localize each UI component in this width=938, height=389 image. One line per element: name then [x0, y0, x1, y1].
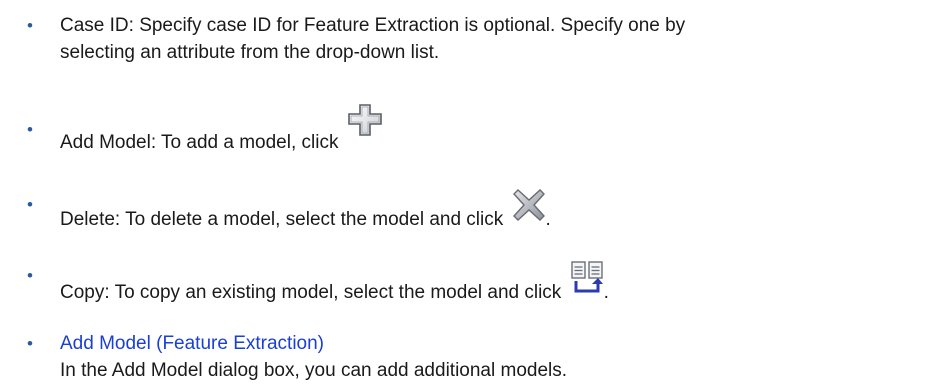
list-item-add-model: • Add Model: To add a model, click	[27, 104, 932, 156]
add-icon	[347, 104, 382, 136]
bullet: •	[27, 334, 33, 353]
list-item-copy: • Copy: To copy an existing model, selec…	[27, 247, 932, 306]
delete-period: .	[545, 209, 551, 230]
case-id-text-line-2: selecting an attribute from the drop-dow…	[60, 42, 440, 63]
bullet: •	[27, 195, 33, 214]
add-model-text: Add Model: To add a model, click	[60, 132, 339, 153]
bullet: •	[27, 120, 33, 139]
delete-icon	[512, 188, 546, 222]
list-item-delete: • Delete: To delete a model, select the …	[27, 176, 932, 233]
add-model-description: In the Add Model dialog box, you can add…	[60, 360, 568, 381]
add-model-feature-extraction-link[interactable]: Add Model (Feature Extraction)	[60, 333, 324, 354]
case-id-text-line-1: Case ID: Specify case ID for Feature Ext…	[60, 15, 686, 36]
list-item-add-model-link: • Add Model (Feature Extraction) In the …	[27, 330, 932, 384]
bullet: •	[27, 16, 33, 35]
copy-icon	[570, 260, 604, 296]
copy-text: Copy: To copy an existing model, select …	[60, 282, 562, 303]
delete-text: Delete: To delete a model, select the mo…	[60, 209, 504, 230]
copy-period: .	[603, 282, 609, 303]
bullet: •	[27, 266, 33, 285]
list-item-case-id: • Case ID: Specify case ID for Feature E…	[27, 12, 932, 66]
